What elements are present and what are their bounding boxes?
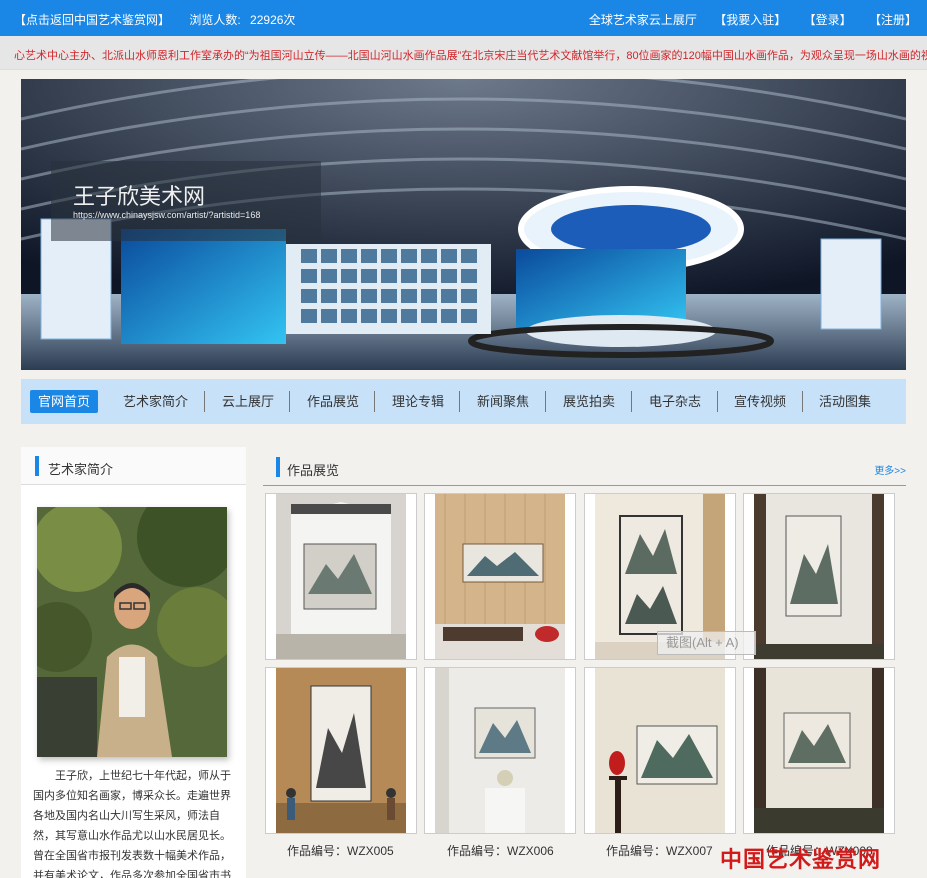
nav-news[interactable]: 新闻聚焦 — [477, 390, 529, 413]
nav-magazine[interactable]: 电子杂志 — [649, 390, 701, 413]
artwork-caption[interactable]: 作品编号：WZX007 — [606, 842, 713, 859]
artwork-caption[interactable]: 作品编号：WZX005 — [287, 842, 394, 859]
more-link[interactable]: 更多>> — [874, 462, 906, 477]
site-title: 王子欣美术网 — [73, 185, 206, 210]
hero-banner: 王子欣美术网 https://www.chinaysjsw.com/artist… — [21, 79, 906, 370]
works-title: 作品展览 — [287, 463, 340, 478]
artwork-card[interactable] — [265, 493, 417, 660]
heading-accent-bar — [35, 456, 39, 476]
cloud-hall-link[interactable]: 全球艺术家云上展厅 — [589, 13, 697, 27]
login-link[interactable]: 【登录】 — [804, 13, 852, 27]
artwork-caption[interactable]: 作品编号：WZX006 — [447, 842, 554, 859]
nav-cloud-hall[interactable]: 云上展厅 — [222, 390, 274, 413]
artist-photo[interactable] — [37, 507, 227, 757]
nav-separator — [631, 391, 632, 412]
artwork-card[interactable] — [424, 493, 576, 660]
site-url: https://www.chinaysjsw.com/artist/?artis… — [73, 210, 261, 220]
nav-separator — [717, 391, 718, 412]
site-watermark: 中国艺术鉴赏网 — [720, 847, 882, 872]
works-header: 作品展览 更多>> — [263, 448, 906, 486]
news-marquee: 心艺术中心主办、北派山水师恩利工作室承办的“为祖国河山立传——北国山河山水画作品… — [0, 36, 927, 70]
artwork-card[interactable] — [584, 667, 736, 834]
nav-video[interactable]: 宣传视频 — [734, 390, 786, 413]
nav-auction[interactable]: 展览拍卖 — [563, 390, 615, 413]
artwork-card[interactable] — [265, 667, 417, 834]
marquee-text[interactable]: 心艺术中心主办、北派山水师恩利工作室承办的“为祖国河山立传——北国山河山水画作品… — [14, 47, 927, 63]
exhibition-hall-image — [21, 79, 906, 370]
visits-count: 22926次 — [250, 13, 296, 27]
panel-header: 艺术家简介 — [21, 447, 246, 485]
panel-title: 艺术家简介 — [48, 462, 114, 477]
back-home-link[interactable]: 【点击返回中国艺术鉴赏网】 — [14, 13, 170, 27]
nav-separator — [545, 391, 546, 412]
main-nav: 官网首页 艺术家简介 云上展厅 作品展览 理论专辑 新闻聚焦 展览拍卖 电子杂志… — [21, 379, 906, 424]
nav-artist-intro[interactable]: 艺术家简介 — [123, 390, 188, 413]
screenshot-tooltip: 截图(Alt + A) — [657, 631, 756, 655]
nav-home[interactable]: 官网首页 — [30, 390, 99, 413]
artwork-card[interactable] — [743, 493, 895, 660]
nav-separator — [802, 391, 803, 412]
nav-gallery[interactable]: 活动图集 — [819, 390, 871, 413]
heading-accent-bar — [276, 457, 280, 477]
join-link[interactable]: 【我要入驻】 — [714, 13, 786, 27]
artwork-card[interactable] — [743, 667, 895, 834]
register-link[interactable]: 【注册】 — [869, 13, 917, 27]
nav-works[interactable]: 作品展览 — [307, 390, 359, 413]
nav-separator — [374, 391, 375, 412]
nav-separator — [289, 391, 290, 412]
artwork-card[interactable] — [424, 667, 576, 834]
nav-separator — [204, 391, 205, 412]
top-bar: 【点击返回中国艺术鉴赏网】 浏览人数: 22926次 全球艺术家云上展厅 【我要… — [0, 0, 927, 36]
nav-theory[interactable]: 理论专辑 — [392, 390, 444, 413]
visits-label: 浏览人数: — [189, 13, 241, 27]
artist-bio: 王子欣，上世纪七十年代起，师从于国内多位知名画家，博采众长。走遍世界各地及国内名… — [33, 770, 231, 878]
nav-separator — [459, 391, 460, 412]
